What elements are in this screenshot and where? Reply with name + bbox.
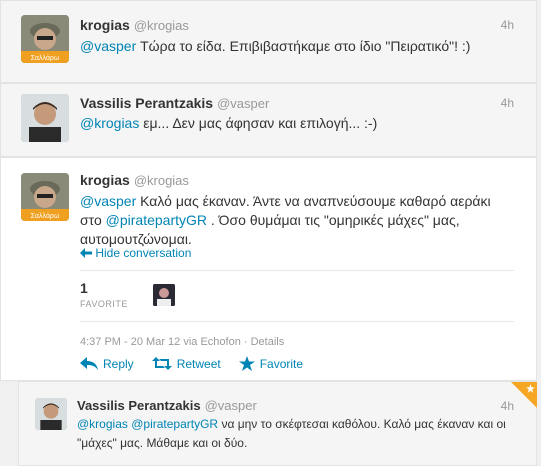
tweet-text-body: . Όσο θυμάμαι τις "ομηρικές μάχες" μας, [207, 212, 460, 228]
tweet-text: @vasper Τώρα το είδα. Επιβιβαστήκαμε στο… [80, 37, 470, 56]
star-icon [526, 384, 535, 393]
favorite-button[interactable]: Favorite [238, 356, 304, 371]
star-icon [238, 356, 255, 371]
tweet-reply[interactable]: Vassilis Perantzakis @vasper 4h @krogias … [18, 381, 537, 466]
avatar[interactable] [21, 94, 69, 142]
mention-link[interactable]: @krogias [80, 115, 139, 131]
author-handle[interactable]: @vasper [217, 96, 269, 111]
tweet-text-body: να μην το σκέφτεσαι καθόλου. Καλό μας έκ… [218, 417, 506, 431]
mention-link[interactable]: @piratepartyGR [131, 417, 218, 431]
tweet-time[interactable]: 4h [501, 96, 514, 110]
author-handle[interactable]: @krogias [134, 18, 189, 33]
favorite-label-action: Favorite [259, 356, 304, 371]
hide-conversation-link[interactable]: Hide conversation [80, 246, 191, 260]
author-name-text: krogias [80, 172, 130, 188]
avatar-caption: Σαλλάρω [30, 213, 60, 220]
author-handle[interactable]: @krogias [134, 173, 189, 188]
avatar[interactable] [35, 398, 67, 430]
reply-label: Reply [103, 356, 134, 371]
tweet-text-body: στο [80, 212, 106, 228]
mention-link[interactable]: @vasper [80, 193, 136, 209]
favorite-count[interactable]: 1 [80, 280, 88, 296]
retweet-label: Retweet [176, 356, 221, 371]
author-handle[interactable]: @vasper [205, 398, 257, 413]
mention-link[interactable]: @piratepartyGR [106, 212, 207, 228]
tweet[interactable]: Σαλλάρω krogias @krogias 4h @vasper Τώρα … [0, 0, 537, 83]
author-name[interactable]: krogias @krogias [80, 17, 189, 33]
favoriter-avatar[interactable] [153, 284, 175, 306]
tweet-text-line: @krogias @piratepartyGR να μην το σκέφτε… [77, 415, 527, 434]
divider [80, 270, 514, 271]
favorite-label: FAVORITE [80, 299, 128, 309]
author-name[interactable]: krogias @krogias [80, 172, 189, 188]
reply-icon [80, 357, 98, 370]
author-name-text: krogias [80, 17, 130, 33]
avatar-caption: Σαλλάρω [30, 55, 60, 62]
tweet-text-body: Τώρα το είδα. Επιβιβαστήκαμε στο ίδιο "Π… [136, 38, 471, 54]
tweet-text: @krogias εμ... Δεν μας άφησαν και επιλογ… [80, 114, 377, 133]
tweet-text-line: "μάχες" μας. Μάθαμε και οι δύο. [77, 436, 248, 450]
tweet-text-line: στο @piratepartyGR . Όσο θυμάμαι τις "ομ… [80, 211, 520, 230]
author-name-text: Vassilis Perantzakis [77, 398, 201, 413]
tweet[interactable]: Vassilis Perantzakis @vasper 4h @krogias … [0, 83, 537, 157]
tweet-text: @vasper Καλό μας έκαναν. Άντε να αναπνεύ… [80, 192, 520, 249]
tweet-meta[interactable]: 4:37 PM - 20 Mar 12 via Echofon · Detail… [80, 336, 284, 348]
tweet-expanded[interactable]: Σαλλάρω krogias @krogias @vasper Καλό μας… [0, 157, 537, 381]
avatar[interactable]: Σαλλάρω [21, 173, 69, 221]
tweet-actions: Reply Retweet Favorite [80, 356, 303, 371]
tweet-text-body: Καλό μας έκαναν. Άντε να αναπνεύσουμε κα… [136, 193, 491, 209]
hide-conversation-label: Hide conversation [95, 246, 192, 260]
divider [80, 321, 514, 322]
back-arrow-icon [80, 248, 92, 258]
mention-link[interactable]: @krogias [77, 417, 128, 431]
timeline: Σαλλάρω krogias @krogias 4h @vasper Τώρα … [0, 0, 541, 466]
retweet-button[interactable]: Retweet [151, 356, 221, 371]
author-name[interactable]: Vassilis Perantzakis @vasper [80, 95, 269, 111]
tweet-text: @krogias @piratepartyGR να μην το σκέφτε… [77, 415, 527, 453]
retweet-icon [151, 357, 172, 370]
author-name[interactable]: Vassilis Perantzakis @vasper [77, 398, 257, 413]
reply-button[interactable]: Reply [80, 357, 134, 371]
mention-link[interactable]: @vasper [80, 38, 136, 54]
author-name-text: Vassilis Perantzakis [80, 95, 214, 111]
avatar[interactable]: Σαλλάρω [21, 15, 69, 63]
tweet-time[interactable]: 4h [501, 18, 514, 32]
tweet-text-body: εμ... Δεν μας άφησαν και επιλογή... :-) [139, 115, 378, 131]
tweet-text-line: @vasper Καλό μας έκαναν. Άντε να αναπνεύ… [80, 192, 520, 211]
